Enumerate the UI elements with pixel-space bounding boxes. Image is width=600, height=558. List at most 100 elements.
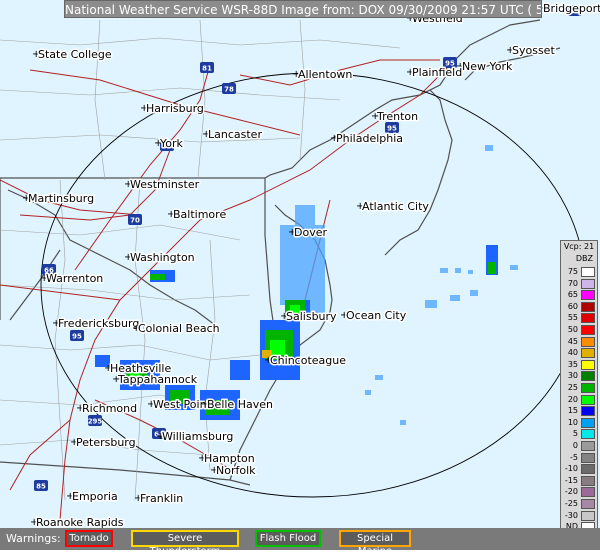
- legend-row: 25: [561, 382, 597, 394]
- legend-row: -30: [561, 510, 597, 522]
- legend-row: -25: [561, 498, 597, 510]
- city-syosset: +SyossetSyosset: [506, 43, 557, 59]
- city-ocean-city: +Ocean CityOcean City: [340, 308, 408, 324]
- city-emporia: +EmporiaEmporia: [66, 489, 119, 505]
- legend-value: 10: [567, 417, 578, 427]
- legend-value: 65: [567, 290, 578, 300]
- city-label: Franklin: [140, 492, 183, 505]
- shield-number: 81: [202, 65, 212, 73]
- legend-value: 0: [572, 441, 578, 450]
- legend-swatch: [581, 452, 595, 463]
- city-label: Tappahannock: [117, 373, 198, 386]
- city-warrenton: +WarrentonWarrenton: [40, 271, 105, 287]
- city-label: Belle Haven: [207, 398, 273, 411]
- radar-map: 81 78 83 95 95 70 66 95 295 64 85 95 +Br…: [0, 0, 600, 528]
- legend-value: -15: [564, 475, 578, 485]
- warnings-bar: Warnings: Tornado Severe Thunderstorm Fl…: [0, 528, 600, 557]
- tornado-warning-toggle[interactable]: Tornado: [65, 530, 113, 547]
- legend-swatch: [581, 325, 595, 335]
- severe-thunderstorm-warning-toggle[interactable]: Severe Thunderstorm: [131, 530, 239, 557]
- legend-swatch: [581, 394, 595, 405]
- shield-number: 70: [130, 217, 140, 225]
- interstate-shield-icon: 295: [88, 415, 102, 426]
- city-petersburg: +PetersburgPetersburg: [70, 435, 137, 451]
- interstate-shield-icon: 85: [34, 480, 48, 491]
- city-label: Syosset: [512, 44, 555, 57]
- city-label: Allentown: [298, 68, 352, 81]
- legend-swatch: [581, 348, 595, 359]
- legend-row: 45: [561, 336, 597, 348]
- city-baltimore: +BaltimoreBaltimore: [167, 207, 228, 223]
- legend-value: -30: [564, 510, 578, 520]
- city-richmond: +RichmondRichmond: [76, 401, 139, 417]
- shield-number: 85: [36, 483, 46, 491]
- legend-value: 35: [567, 359, 578, 369]
- city-label: Chincoteague: [270, 354, 346, 367]
- city-dover: +DoverDover: [288, 225, 329, 241]
- legend-swatch: [581, 406, 595, 417]
- special-marine-warning-toggle[interactable]: Special Marine: [339, 530, 411, 557]
- legend-row: 75: [561, 266, 597, 278]
- legend-swatch: [581, 359, 595, 370]
- city-allentown: +AllentownAllentown: [292, 67, 354, 83]
- interstate-shield-icon: 81: [200, 62, 214, 73]
- legend-swatch: [581, 487, 595, 498]
- legend-value: -20: [564, 487, 578, 497]
- city-colonial-beach: +Colonial BeachColonial Beach: [132, 321, 221, 337]
- legend-value: 55: [567, 313, 578, 323]
- legend-row: 55: [561, 312, 597, 324]
- legend-swatch: [581, 475, 595, 486]
- city-label: Salisbury: [286, 310, 337, 323]
- city-label: Atlantic City: [362, 200, 429, 213]
- city-label: Baltimore: [173, 208, 226, 221]
- legend-row: 40: [561, 347, 597, 359]
- city-label: Colonial Beach: [138, 322, 220, 335]
- city-fredericksburg: +FredericksburgFredericksburg: [52, 316, 141, 332]
- interstate-shield-icon: 95: [70, 330, 84, 341]
- legend-value: 40: [567, 348, 578, 358]
- legend-swatch: [581, 371, 595, 382]
- legend-swatch: [581, 383, 595, 393]
- city-chincoteague: +ChincoteagueChincoteague: [264, 353, 348, 369]
- legend-value: 75: [567, 267, 578, 276]
- city-label: Williamsburg: [162, 430, 233, 443]
- city-roanoke-rapids: +Roanoke RapidsRoanoke Rapids: [30, 515, 125, 529]
- city-label: Plainfield: [412, 66, 462, 79]
- legend-value: 60: [567, 301, 578, 311]
- city-label: Washington: [130, 251, 195, 264]
- legend-row: 35: [561, 359, 597, 371]
- city-label: Trenton: [376, 110, 418, 123]
- city-label: Roanoke Rapids: [36, 516, 124, 528]
- flash-flood-warning-toggle[interactable]: Flash Flood: [255, 530, 321, 547]
- legend-swatch: [581, 441, 595, 451]
- city-state-college: +State CollegeState College: [32, 47, 113, 63]
- legend-row: -20: [561, 486, 597, 498]
- legend-product: Vcp: 21: [563, 242, 595, 251]
- city-philadelphia: +PhiladelphiaPhiladelphia: [330, 131, 405, 147]
- city-martinsburg: +MartinsburgMartinsburg: [22, 191, 96, 207]
- city-label: Warrenton: [46, 272, 103, 285]
- legend-swatch: [581, 336, 595, 347]
- city-label: Westminster: [130, 178, 200, 191]
- legend-swatch: [581, 278, 595, 289]
- legend-value: 20: [567, 394, 578, 404]
- interstate-shield-icon: 70: [128, 214, 142, 225]
- city-plainfield: +PlainfieldPlainfield: [406, 65, 464, 81]
- city-new-york: +New YorkNew York: [456, 59, 515, 75]
- legend-row: 30: [561, 370, 597, 382]
- legend-value: 5: [572, 429, 578, 439]
- legend-row: 5: [561, 428, 597, 440]
- city-franklin: +FranklinFranklin: [134, 491, 185, 507]
- legend-row: 0: [561, 440, 597, 452]
- legend-row: 65: [561, 289, 597, 301]
- legend-swatch: [581, 429, 595, 440]
- city-tappahannock: +TappahannockTappahannock: [112, 372, 199, 388]
- city-label: Bridgeport: [543, 2, 600, 15]
- legend-swatch: [581, 499, 595, 509]
- city-label: Richmond: [82, 402, 137, 415]
- city-label: Norfolk: [216, 464, 256, 477]
- city-washington: +WashingtonWashington: [124, 250, 196, 266]
- legend-swatch: [581, 290, 595, 301]
- legend-value: 50: [567, 325, 578, 334]
- city-atlantic-city: +Atlantic CityAtlantic City: [356, 199, 431, 215]
